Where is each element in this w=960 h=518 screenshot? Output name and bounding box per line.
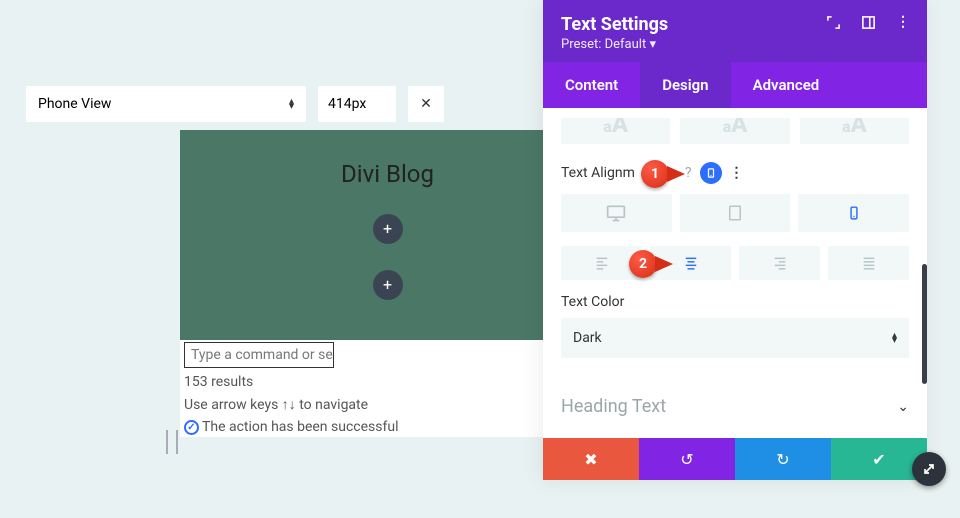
shadow-preview-icon: aA — [842, 118, 867, 138]
undo-icon: ↺ — [680, 450, 693, 469]
tab-advanced[interactable]: Advanced — [731, 62, 842, 108]
text-shadow-options: aA aA aA — [561, 118, 909, 144]
text-color-label: Text Color — [561, 294, 909, 310]
responsive-mode-select[interactable]: Phone View ▴▾ — [26, 86, 306, 122]
annotation-2: 2 — [629, 250, 673, 278]
chevron-down-icon: ⌄ — [897, 399, 909, 415]
text-alignment-label: Text Alignm — [561, 165, 635, 181]
text-alignment-label-row: Text Alignm ? ⋮ — [561, 162, 909, 184]
select-caret-icon: ▴▾ — [289, 98, 294, 111]
preview-pane: Divi Blog + + Type a command or search 1… — [180, 130, 595, 437]
redo-icon: ↻ — [776, 450, 789, 469]
responsive-width-input[interactable]: 414px — [318, 86, 396, 122]
select-caret-icon: ▴▾ — [892, 332, 897, 345]
responsive-width-value: 414px — [328, 96, 366, 112]
check-icon: ✔ — [872, 450, 885, 469]
device-phone[interactable] — [798, 194, 909, 232]
results-count: 153 results — [180, 372, 595, 394]
responsive-mode-value: Phone View — [38, 96, 111, 112]
close-icon: ✕ — [420, 96, 432, 112]
panel-preset[interactable]: Preset: Default ▾ — [561, 37, 668, 52]
responsive-toolbar: Phone View ▴▾ 414px ✕ — [26, 86, 444, 122]
cancel-button[interactable]: ✖ — [543, 438, 639, 480]
heading-text-label: Heading Text — [561, 396, 666, 417]
undo-button[interactable]: ↺ — [639, 438, 735, 480]
responsive-phone-badge[interactable] — [700, 162, 722, 184]
help-icon[interactable]: ? — [685, 165, 692, 181]
preview-hero: Divi Blog + + — [180, 130, 595, 340]
text-color-select[interactable]: Dark ▴▾ — [561, 318, 909, 358]
align-justify[interactable] — [828, 246, 909, 280]
responsive-device-tabs — [561, 194, 909, 232]
text-shadow-option[interactable]: aA — [800, 118, 909, 144]
preview-title: Divi Blog — [341, 160, 434, 188]
plus-icon: + — [383, 221, 392, 237]
text-color-value: Dark — [573, 330, 602, 346]
settings-panel: Text Settings Preset: Default ▾ ⋮ Conten… — [543, 0, 927, 480]
scrollbar[interactable] — [922, 264, 927, 384]
responsive-close-button[interactable]: ✕ — [408, 86, 444, 122]
tab-design[interactable]: Design — [640, 62, 730, 108]
more-icon[interactable]: ⋮ — [896, 14, 909, 30]
panel-title: Text Settings — [561, 14, 668, 35]
panel-body: aA aA aA Text Alignm ? ⋮ — [543, 108, 927, 438]
panel-footer: ✖ ↺ ↻ ✔ — [543, 438, 927, 480]
text-shadow-option[interactable]: aA — [561, 118, 670, 144]
redo-button[interactable]: ↻ — [735, 438, 831, 480]
align-right[interactable] — [739, 246, 820, 280]
command-search-input[interactable]: Type a command or search — [184, 342, 334, 368]
device-tablet[interactable] — [680, 194, 791, 232]
shadow-preview-icon: aA — [723, 118, 748, 138]
close-icon: ✖ — [584, 450, 597, 469]
expand-fab[interactable] — [912, 452, 946, 486]
command-search-placeholder: Type a command or search — [191, 347, 334, 363]
check-circle-icon: ✓ — [184, 420, 199, 435]
success-message: ✓ The action has been successful — [180, 417, 595, 437]
annotation-1: 1 — [641, 160, 685, 188]
chevron-down-icon: ▾ — [646, 37, 656, 52]
text-align-options — [561, 246, 909, 280]
plus-icon: + — [383, 277, 392, 293]
success-text: The action has been successful — [202, 419, 398, 435]
navigation-hint: Use arrow keys ↑↓ to navigate — [180, 394, 595, 417]
snap-icon[interactable] — [861, 15, 876, 30]
resize-handle[interactable] — [166, 430, 178, 454]
expand-icon[interactable] — [826, 15, 841, 30]
text-shadow-option[interactable]: aA — [680, 118, 789, 144]
heading-text-section[interactable]: Heading Text ⌄ — [561, 388, 909, 425]
option-more-icon[interactable]: ⋮ — [730, 165, 743, 181]
tab-content[interactable]: Content — [543, 62, 640, 108]
panel-tabs: Content Design Advanced — [543, 62, 927, 108]
add-module-button-2[interactable]: + — [373, 270, 403, 300]
shadow-preview-icon: aA — [603, 118, 628, 138]
panel-header: Text Settings Preset: Default ▾ ⋮ — [543, 0, 927, 62]
device-desktop[interactable] — [561, 194, 672, 232]
add-module-button[interactable]: + — [373, 214, 403, 244]
